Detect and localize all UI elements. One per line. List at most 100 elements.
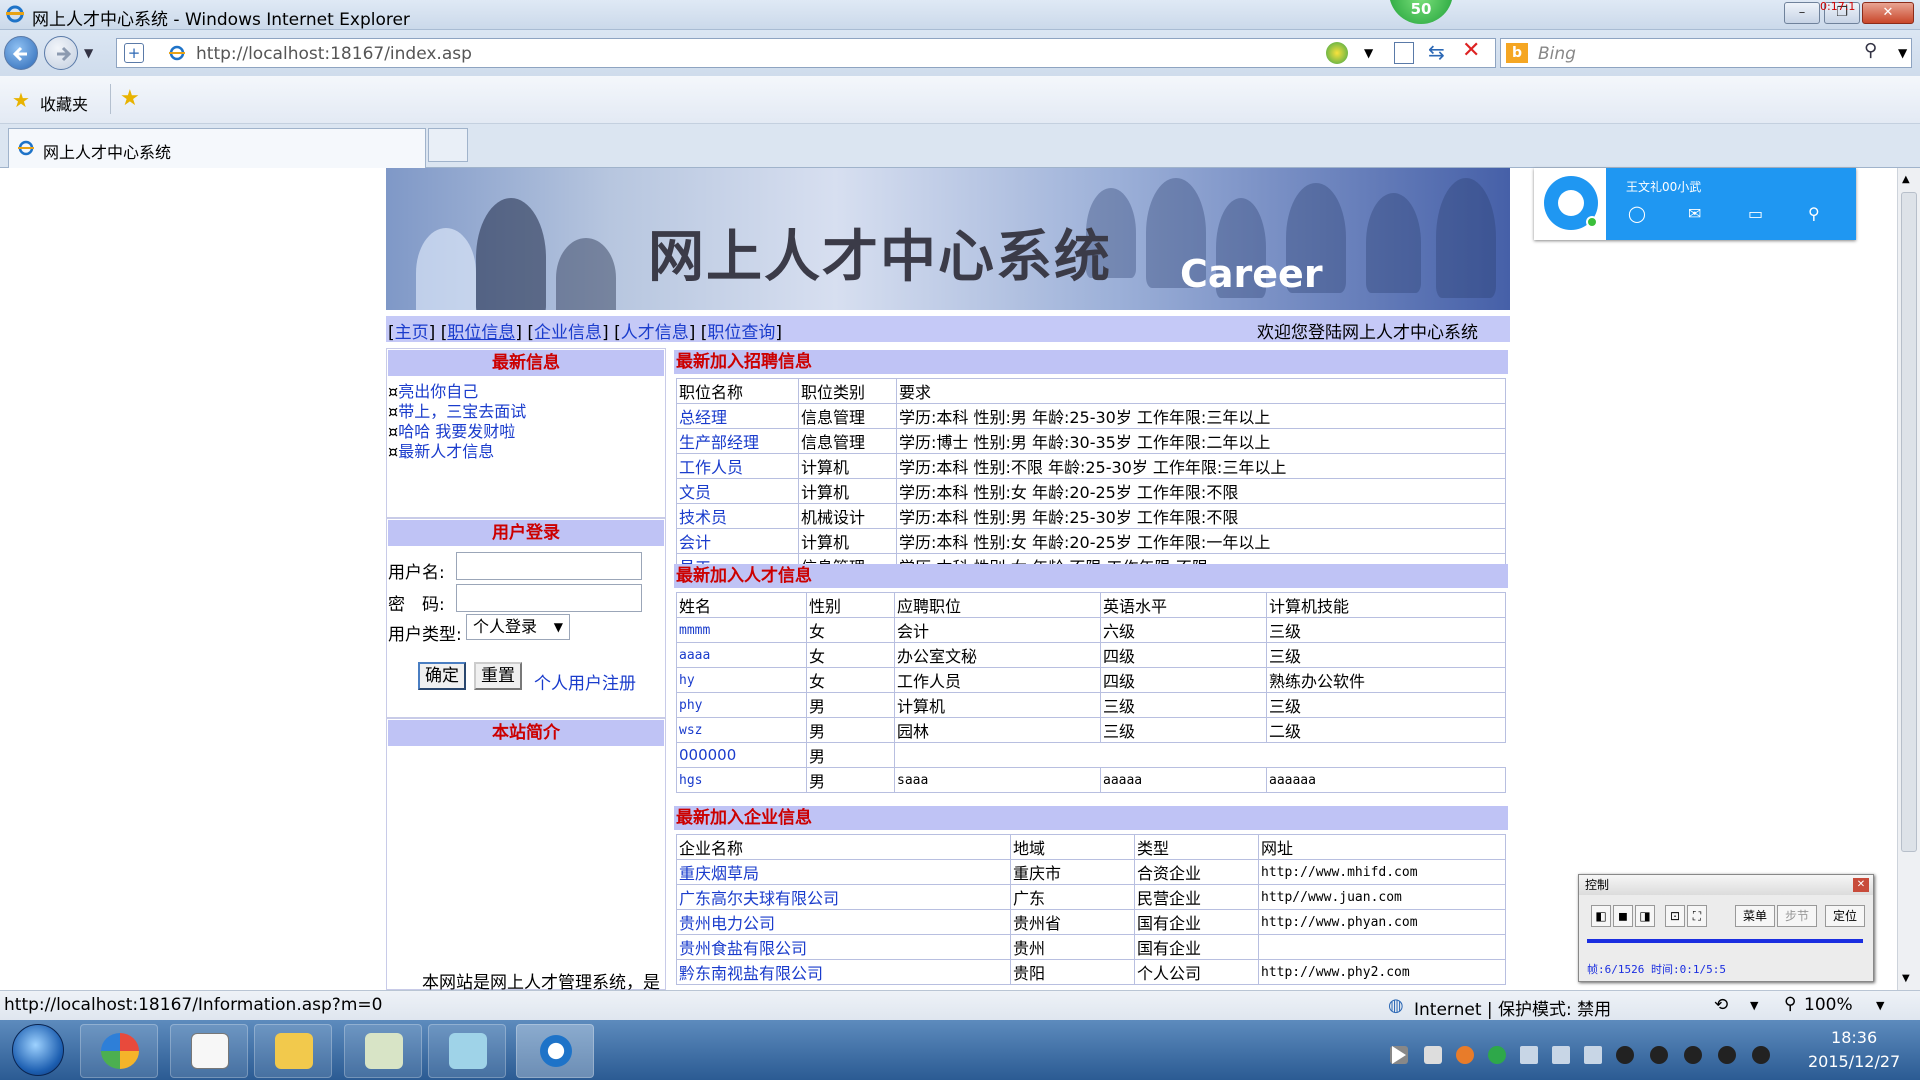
- new-tab-button[interactable]: [428, 128, 468, 162]
- tab-active[interactable]: 网上人才中心系统: [8, 128, 426, 168]
- qq-tray-icon[interactable]: [1752, 1046, 1770, 1064]
- talent-link[interactable]: wsz: [676, 717, 807, 743]
- refresh-go-icon[interactable]: [1326, 42, 1348, 64]
- taskbar-app-ie[interactable]: [516, 1024, 594, 1078]
- add-favorite-icon[interactable]: ★: [120, 86, 140, 111]
- register-link[interactable]: 个人用户注册: [534, 669, 636, 694]
- table-row: 重庆烟草局 重庆市 合资企业 http://www.mhifd.com: [676, 859, 1506, 885]
- nav-home[interactable]: 主页: [395, 323, 429, 343]
- volume-icon[interactable]: [1552, 1046, 1570, 1064]
- forward-button[interactable]: [44, 36, 78, 70]
- stop-icon[interactable]: ✕: [1462, 38, 1480, 63]
- close-window-button[interactable]: ✕: [1862, 2, 1914, 24]
- news-item[interactable]: ¤最新人才信息: [388, 438, 494, 462]
- talent-link[interactable]: mmmm: [676, 617, 807, 643]
- scroll-down-icon[interactable]: ▼: [1902, 973, 1910, 984]
- vertical-scrollbar[interactable]: ▲ ▼: [1897, 168, 1920, 990]
- tray-plus-icon[interactable]: [1488, 1046, 1506, 1064]
- back-button[interactable]: [4, 36, 38, 70]
- progress-slider[interactable]: [1587, 939, 1863, 943]
- zoom-icon[interactable]: ⚲: [1784, 994, 1796, 1014]
- nav-job-search[interactable]: 职位查询: [707, 323, 775, 343]
- company-link[interactable]: 贵州电力公司: [676, 909, 1011, 935]
- tray-device-icon[interactable]: [1584, 1046, 1602, 1064]
- qq-tray-icon[interactable]: [1616, 1046, 1634, 1064]
- history-dropdown-icon[interactable]: ▼: [84, 46, 93, 60]
- mail-icon[interactable]: ✉: [1688, 204, 1701, 223]
- qq-space-icon[interactable]: ◯: [1628, 204, 1646, 223]
- scroll-thumb[interactable]: [1901, 192, 1917, 852]
- rss-icon[interactable]: [1394, 42, 1414, 64]
- compat-view-icon[interactable]: +: [124, 43, 144, 63]
- scroll-up-icon[interactable]: ▲: [1902, 174, 1910, 185]
- company-link[interactable]: 黔东南视盐有限公司: [676, 959, 1011, 985]
- company-link[interactable]: 贵州食盐有限公司: [676, 934, 1011, 960]
- job-link[interactable]: 文员: [676, 478, 799, 504]
- fullscreen-button[interactable]: ⛶: [1687, 905, 1707, 927]
- talent-link[interactable]: 000000: [676, 742, 807, 768]
- protected-mode-icon[interactable]: ⟲: [1714, 995, 1728, 1015]
- job-link[interactable]: 总经理: [676, 403, 799, 429]
- talent-link[interactable]: hgs: [676, 767, 807, 793]
- password-input[interactable]: [456, 584, 642, 612]
- tray-app-icon[interactable]: [1456, 1046, 1474, 1064]
- search-input[interactable]: Bing: [1538, 44, 1576, 64]
- taskbar-app[interactable]: [170, 1024, 248, 1078]
- qq-tray-icon[interactable]: [1650, 1046, 1668, 1064]
- qq-avatar[interactable]: [1544, 176, 1598, 230]
- taskbar-app[interactable]: [344, 1024, 422, 1078]
- taskbar-app[interactable]: [80, 1024, 158, 1078]
- confirm-button[interactable]: 确定: [418, 662, 466, 690]
- play-button[interactable]: ◼: [1613, 905, 1633, 927]
- qq-widget[interactable]: 王文礼00小武 ◯ ✉ ▭ ⚲: [1534, 168, 1856, 240]
- player-control-panel[interactable]: 控制 ✕ ◧ ◼ ◨ ⊡ ⛶ 菜单 步节 定位 帧:6/1526 时间:0:1/…: [1578, 874, 1874, 982]
- address-url[interactable]: http://localhost:18167/index.asp: [196, 44, 472, 64]
- security-zone[interactable]: Internet | 保护模式: 禁用: [1414, 995, 1611, 1020]
- qq-tray-icon[interactable]: [1684, 1046, 1702, 1064]
- step-button[interactable]: 步节: [1777, 905, 1817, 927]
- favorites-star-icon[interactable]: ★: [12, 88, 30, 112]
- nav-talents[interactable]: 人才信息: [621, 323, 689, 343]
- close-icon[interactable]: ✕: [1853, 878, 1869, 892]
- search-dropdown-icon[interactable]: ▼: [1898, 46, 1907, 60]
- favorites-button[interactable]: 收藏夹: [40, 91, 88, 115]
- search-icon[interactable]: ⚲: [1864, 40, 1877, 61]
- reset-button[interactable]: 重置: [474, 662, 522, 690]
- fit-button[interactable]: ⊡: [1665, 905, 1685, 927]
- usertype-select[interactable]: 个人登录 ▼: [466, 614, 570, 640]
- tray-play-icon[interactable]: [1392, 1046, 1406, 1064]
- nav-companies[interactable]: 企业信息: [534, 323, 602, 343]
- zoom-level[interactable]: 100%: [1804, 995, 1853, 1015]
- job-link[interactable]: 生产部经理: [676, 428, 799, 454]
- table-cell: 计算机: [798, 453, 897, 479]
- calendar-icon[interactable]: ▭: [1748, 204, 1763, 223]
- locate-button[interactable]: 定位: [1825, 905, 1865, 927]
- taskbar-app[interactable]: [428, 1024, 506, 1078]
- minimize-button[interactable]: –: [1784, 2, 1820, 24]
- tray-camera-icon[interactable]: [1424, 1046, 1442, 1064]
- nav-jobs[interactable]: 职位信息: [447, 323, 515, 343]
- job-link[interactable]: 技术员: [676, 503, 799, 529]
- start-button[interactable]: [12, 1024, 64, 1076]
- zone-dropdown-icon[interactable]: ▼: [1750, 999, 1758, 1012]
- address-dropdown-icon[interactable]: ▼: [1364, 46, 1373, 60]
- qq-tray-icon[interactable]: [1718, 1046, 1736, 1064]
- taskbar-app[interactable]: [254, 1024, 332, 1078]
- prev-button[interactable]: ◧: [1591, 905, 1611, 927]
- talent-link[interactable]: hy: [676, 667, 807, 693]
- next-button[interactable]: ◨: [1635, 905, 1655, 927]
- job-link[interactable]: 工作人员: [676, 453, 799, 479]
- username-input[interactable]: [456, 552, 642, 580]
- network-icon[interactable]: [1520, 1046, 1538, 1064]
- zoom-dropdown-icon[interactable]: ▼: [1876, 999, 1884, 1012]
- talent-link[interactable]: phy: [676, 692, 807, 718]
- search-icon[interactable]: ⚲: [1808, 204, 1820, 223]
- company-link[interactable]: 广东高尔夫球有限公司: [676, 884, 1011, 910]
- refresh-icon[interactable]: ⇆: [1428, 40, 1445, 64]
- menu-button[interactable]: 菜单: [1735, 905, 1775, 927]
- talent-link[interactable]: aaaa: [676, 642, 807, 668]
- tab-title: 网上人才中心系统: [43, 143, 172, 162]
- system-clock[interactable]: 18:36 2015/12/27: [1808, 1026, 1900, 1074]
- job-link[interactable]: 会计: [676, 528, 799, 554]
- company-link[interactable]: 重庆烟草局: [676, 859, 1011, 885]
